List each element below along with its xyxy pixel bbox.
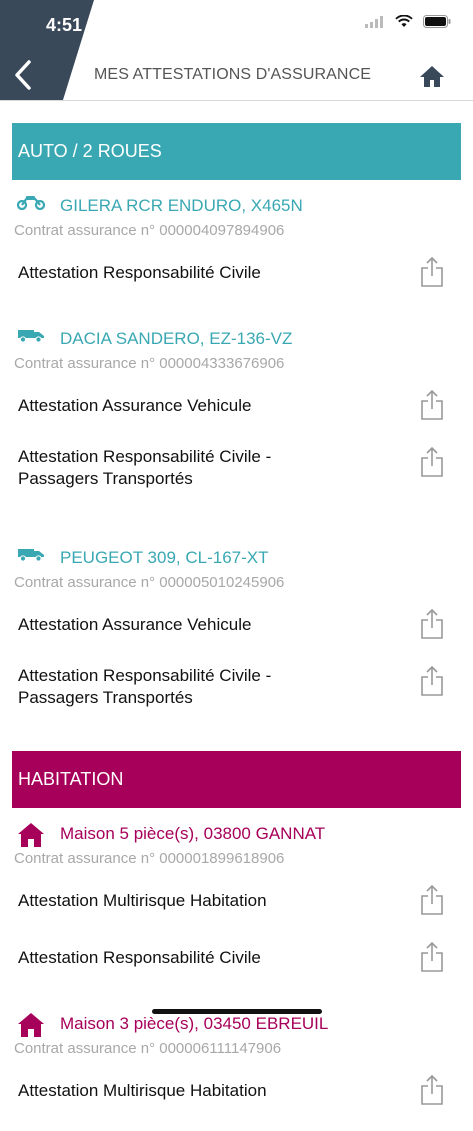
share-icon[interactable] [420, 1074, 444, 1106]
share-icon[interactable] [420, 446, 444, 478]
contract-number: Contrat assurance n° 000004333676906 [14, 355, 285, 372]
van-icon [17, 546, 45, 567]
contract-number: Contrat assurance n° 000006111147906 [14, 1040, 282, 1057]
insured-item-header: Maison 5 pièce(s), 03800 GANNAT Contrat a… [0, 808, 473, 884]
share-icon[interactable] [420, 256, 444, 288]
attestation-label-line: Attestation Responsabilité Civile [18, 263, 261, 282]
attestation-row[interactable]: Attestation Assurance Vehicule [0, 608, 473, 665]
attestation-row[interactable]: Attestation Responsabilité Civile - Passa… [0, 665, 473, 751]
attestation-label: Attestation Assurance Vehicule [18, 395, 251, 417]
back-button[interactable] [12, 58, 36, 92]
insured-item-header: PEUGEOT 309, CL-167-XT Contrat assurance … [0, 532, 473, 608]
attestation-label: Attestation Multirisque Habitation [18, 890, 267, 912]
attestation-label-line: Passagers Transportés [18, 469, 193, 488]
insured-item-title: PEUGEOT 309, CL-167-XT [60, 548, 269, 567]
share-icon[interactable] [420, 389, 444, 421]
attestation-label-line: Attestation Responsabilité Civile - [18, 666, 272, 685]
share-icon[interactable] [420, 665, 444, 697]
attestation-row[interactable]: Attestation Responsabilité Civile [0, 256, 473, 313]
attestation-row[interactable]: Attestation Responsabilité Civile - Passa… [0, 446, 473, 532]
insured-item-title: GILERA RCR ENDURO, X465N [60, 196, 303, 215]
section-header-habitation: HABITATION [12, 751, 461, 808]
attestation-label: Attestation Responsabilité Civile - Passa… [18, 665, 271, 709]
attestation-label: Attestation Responsabilité Civile - Passa… [18, 446, 271, 490]
attestation-label-line: Attestation Assurance Vehicule [18, 615, 252, 634]
attestation-row[interactable]: Attestation Assurance Vehicule [0, 389, 473, 446]
attestation-label-line: Attestation Responsabilité Civile [18, 948, 261, 967]
attestation-label: Attestation Assurance Vehicule [18, 614, 251, 636]
section-header-auto: AUTO / 2 ROUES [12, 123, 461, 180]
insured-item-title: DACIA SANDERO, EZ-136-VZ [60, 329, 293, 348]
wifi-icon [395, 15, 413, 27]
share-icon[interactable] [420, 884, 444, 916]
share-icon[interactable] [420, 941, 444, 973]
attestations-list: AUTO / 2 ROUES GILERA RCR ENDURO, X465N Co… [0, 123, 473, 1131]
status-time: 4:51 [46, 15, 83, 35]
house-icon [17, 1012, 45, 1043]
status-bar: 4:51 [0, 0, 473, 100]
attestation-label: Attestation Responsabilité Civile [18, 262, 261, 284]
attestation-label: Attestation Responsabilité Civile [18, 947, 261, 969]
home-icon[interactable] [419, 64, 445, 88]
house-icon [17, 822, 45, 853]
home-indicator [152, 1009, 322, 1014]
attestation-label-line: Attestation Multirisque Habitation [18, 891, 267, 910]
attestation-row[interactable]: Attestation Multirisque Habitation [0, 1074, 473, 1131]
contract-number: Contrat assurance n° 000004097894906 [14, 222, 285, 239]
attestation-row[interactable]: Attestation Responsabilité Civile [0, 941, 473, 998]
attestation-row[interactable]: Attestation Multirisque Habitation [0, 884, 473, 941]
attestation-label: Attestation Multirisque Habitation [18, 1080, 267, 1102]
attestation-label-line: Passagers Transportés [18, 688, 193, 707]
status-icons [365, 15, 451, 28]
contract-number: Contrat assurance n° 000001899618906 [14, 850, 285, 867]
attestation-label-line: Attestation Responsabilité Civile - [18, 447, 272, 466]
motorcycle-icon [16, 194, 46, 215]
insured-item-header: DACIA SANDERO, EZ-136-VZ Contrat assuranc… [0, 313, 473, 389]
attestation-label-line: Attestation Multirisque Habitation [18, 1081, 267, 1100]
insured-item-header: GILERA RCR ENDURO, X465N Contrat assuranc… [0, 180, 473, 256]
share-icon[interactable] [420, 608, 444, 640]
insured-item-title: Maison 3 pièce(s), 03450 EBREUIL [60, 1014, 329, 1033]
insured-item-title: Maison 5 pièce(s), 03800 GANNAT [60, 824, 326, 843]
contract-number: Contrat assurance n° 000005010245906 [14, 574, 285, 591]
van-icon [17, 327, 45, 348]
attestation-label-line: Attestation Assurance Vehicule [18, 396, 252, 415]
signal-icon [365, 15, 383, 28]
battery-icon [423, 15, 451, 28]
page-title: MES ATTESTATIONS D'ASSURANCE [94, 66, 372, 83]
